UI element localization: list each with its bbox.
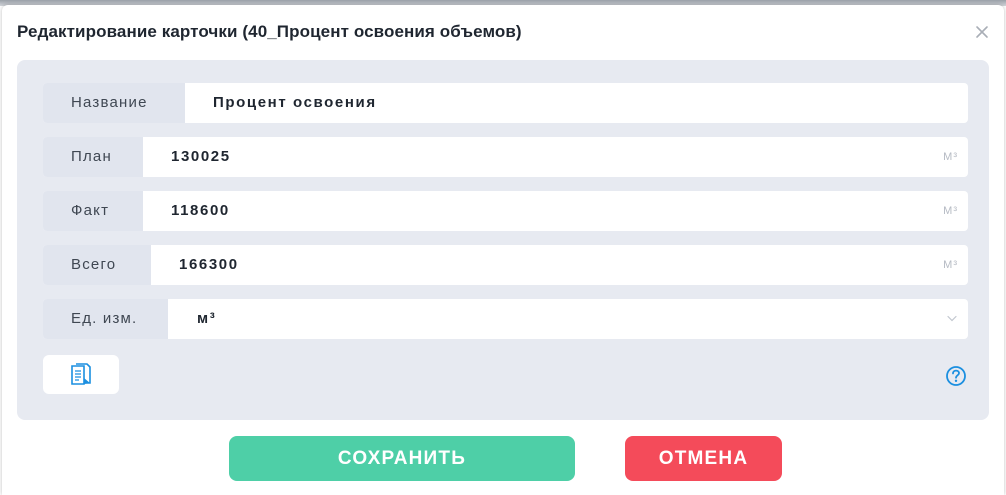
fact-label: Факт [43,191,143,231]
plan-row: План 130025 М³ [43,137,968,177]
dialog-title: Редактирование карточки (40_Процент осво… [17,22,522,41]
plan-unit: М³ [943,151,958,163]
close-icon [976,26,988,38]
name-row: Название Процент освоения [43,83,968,123]
total-field[interactable]: 166300 [179,245,239,285]
plan-label: План [43,137,143,177]
chevron-down-icon[interactable] [947,315,957,322]
total-label: Всего [43,245,151,285]
document-button[interactable] [43,355,119,394]
help-icon[interactable] [945,365,967,387]
close-button[interactable] [972,22,992,42]
plan-field[interactable]: 130025 [171,137,231,177]
total-row: Всего 166300 М³ [43,245,968,285]
unit-select[interactable]: м³ [197,299,216,339]
form-panel: Название Процент освоения План 130025 М³… [17,60,989,420]
unit-row: Ед. изм. м³ [43,299,968,339]
fact-unit: М³ [943,205,958,217]
fact-row: Факт 118600 М³ [43,191,968,231]
save-button[interactable]: СОХРАНИТЬ [229,436,575,481]
unit-label: Ед. изм. [43,299,168,339]
document-icon [71,363,91,385]
total-unit: М³ [943,259,958,271]
fact-field[interactable]: 118600 [171,191,230,231]
cancel-button[interactable]: ОТМЕНА [625,436,782,481]
name-label: Название [43,83,185,123]
edit-card-dialog: Редактирование карточки (40_Процент осво… [2,5,1004,495]
name-field[interactable]: Процент освоения [213,83,377,123]
